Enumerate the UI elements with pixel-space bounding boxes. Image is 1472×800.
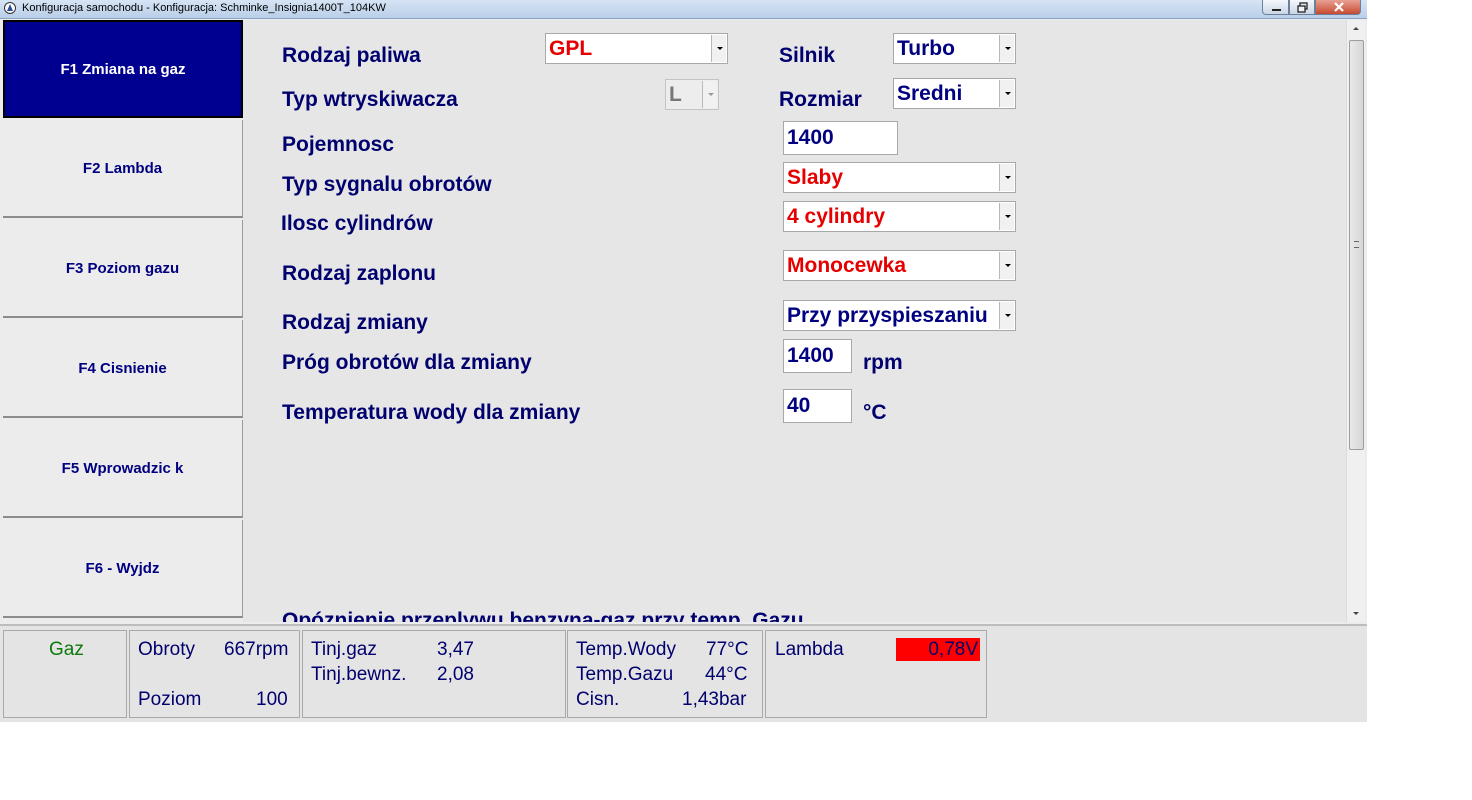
- water-temp-input[interactable]: 40: [783, 389, 852, 423]
- fuel-type-value: GPL: [549, 37, 593, 60]
- level-label: Poziom: [138, 689, 202, 710]
- engine-label: Silnik: [779, 44, 836, 67]
- injector-type-value: L: [669, 83, 682, 106]
- tinj-petrol-value: 2,08: [437, 664, 474, 685]
- ignition-type-value: Monocewka: [787, 254, 907, 277]
- f1-gas-change-button[interactable]: F1 Zmiana na gaz: [3, 20, 243, 118]
- ignition-type-label: Rodzaj zaplonu: [282, 262, 436, 285]
- change-type-label: Rodzaj zmiany: [282, 311, 428, 334]
- pressure-value: 1,43bar: [682, 689, 747, 710]
- window-title: Konfiguracja samochodu - Konfiguracja: S…: [22, 2, 386, 14]
- rpm-threshold-input[interactable]: 1400: [783, 339, 852, 373]
- rpm-signal-type-select[interactable]: Slaby: [783, 162, 1016, 193]
- dropdown-arrow-icon[interactable]: [999, 164, 1014, 191]
- engine-value: Turbo: [897, 37, 955, 60]
- ignition-type-select[interactable]: Monocewka: [783, 250, 1016, 281]
- rpm-label: Obroty: [138, 639, 196, 660]
- close-button[interactable]: [1315, 0, 1361, 15]
- minimize-icon: [1272, 9, 1281, 11]
- capacity-input[interactable]: 1400: [783, 121, 898, 155]
- gas-temp-value: 44°C: [705, 664, 748, 685]
- injector-type-select[interactable]: L: [665, 79, 719, 110]
- app-sail-icon: [4, 2, 16, 14]
- rpm-threshold-label: Próg obrotów dla zmiany: [282, 351, 532, 374]
- injector-type-label: Typ wtryskiwacza: [282, 88, 458, 111]
- size-label: Rozmiar: [779, 88, 862, 111]
- dropdown-arrow-icon[interactable]: [999, 203, 1014, 230]
- vertical-scrollbar[interactable]: [1346, 20, 1365, 622]
- fuel-type-label: Rodzaj paliwa: [282, 44, 421, 67]
- close-icon: [1334, 2, 1344, 12]
- f5-enter-button[interactable]: F5 Wprowadzic k: [3, 420, 243, 518]
- change-type-value: Przy przyspieszaniu: [787, 304, 988, 327]
- dropdown-arrow-icon[interactable]: [711, 35, 726, 62]
- f3-gas-level-button[interactable]: F3 Poziom gazu: [3, 220, 243, 318]
- level-value: 100: [256, 689, 288, 710]
- scroll-up-icon[interactable]: [1347, 20, 1365, 37]
- fuel-type-select[interactable]: GPL: [545, 33, 728, 64]
- dropdown-arrow-icon[interactable]: [999, 252, 1014, 279]
- scroll-down-icon[interactable]: [1347, 605, 1365, 622]
- grip-icon: [1354, 241, 1359, 248]
- size-select[interactable]: Sredni: [893, 78, 1016, 109]
- f4-pressure-button[interactable]: F4 Cisnienie: [3, 320, 243, 418]
- minimize-button[interactable]: [1262, 0, 1289, 15]
- capacity-label: Pojemnosc: [282, 133, 395, 156]
- rpm-signal-type-label: Typ sygnalu obrotów: [282, 173, 492, 196]
- f6-exit-button[interactable]: F6 - Wyjdz: [3, 520, 243, 618]
- cylinders-label: Ilosc cylindrów: [281, 212, 433, 235]
- gas-temp-label: Temp.Gazu: [576, 664, 674, 685]
- celsius-unit: °C: [863, 401, 887, 424]
- tinj-petrol-label: Tinj.bewnz.: [311, 664, 407, 685]
- tinj-gas-value: 3,47: [437, 639, 474, 660]
- change-type-select[interactable]: Przy przyspieszaniu: [783, 300, 1016, 331]
- size-value: Sredni: [897, 82, 963, 105]
- cylinders-value: 4 cylindry: [787, 205, 886, 228]
- rpm-unit: rpm: [863, 351, 903, 374]
- scroll-thumb[interactable]: [1349, 40, 1364, 450]
- lambda-label: Lambda: [775, 639, 844, 660]
- dropdown-arrow-icon[interactable]: [999, 80, 1014, 107]
- dropdown-arrow-icon[interactable]: [999, 302, 1014, 329]
- maximize-icon: [1297, 2, 1308, 13]
- water-temp-status-value: 77°C: [706, 639, 749, 660]
- engine-select[interactable]: Turbo: [893, 33, 1016, 64]
- lambda-value: 0,78V: [896, 638, 980, 661]
- rpm-signal-type-value: Slaby: [787, 166, 844, 189]
- dropdown-arrow-icon[interactable]: [702, 81, 717, 108]
- cylinders-select[interactable]: 4 cylindry: [783, 201, 1016, 232]
- configuration-form: Rodzaj paliwa GPL Silnik Turbo Typ wtrys…: [243, 20, 1346, 622]
- maximize-button[interactable]: [1289, 0, 1315, 15]
- app-window: Konfiguracja samochodu - Konfiguracja: S…: [0, 0, 1367, 722]
- water-temp-status-label: Temp.Wody: [576, 639, 676, 660]
- water-temp-label: Temperatura wody dla zmiany: [282, 401, 581, 424]
- pressure-label: Cisn.: [576, 689, 620, 710]
- f2-lambda-button[interactable]: F2 Lambda: [3, 120, 243, 218]
- dropdown-arrow-icon[interactable]: [999, 35, 1014, 62]
- title-bar: Konfiguracja samochodu - Konfiguracja: S…: [0, 0, 1367, 19]
- mode-value: Gaz: [49, 639, 84, 660]
- rpm-value: 667rpm: [224, 639, 289, 660]
- gas-flow-delay-label: Opóznienie przeplywu benzyna-gaz przy te…: [282, 609, 804, 622]
- tinj-gas-label: Tinj.gaz: [311, 639, 377, 660]
